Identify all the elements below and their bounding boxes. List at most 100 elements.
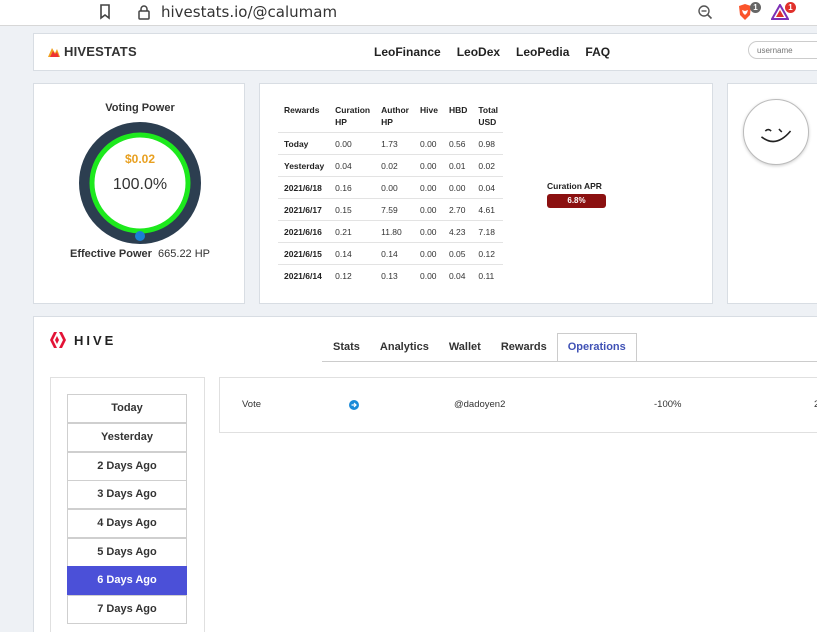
rewards-header-2: Author HP — [381, 105, 409, 127]
day-today[interactable]: Today — [67, 394, 187, 423]
rewards-value-cell: 0.13 — [375, 264, 414, 287]
table-row: 2021/6/15 0.14 0.14 0.00 0.05 0.12 — [278, 242, 504, 265]
hive-section: HIVE Stats Analytics Wallet Rewards Oper… — [33, 316, 817, 632]
table-row: Today 0.00 1.73 0.00 0.56 0.98 — [278, 132, 504, 155]
rewards-value-cell: 4.23 — [442, 220, 473, 243]
effective-power: Effective Power 665.22 HP — [34, 248, 246, 260]
rewards-value-cell: 0.16 — [329, 176, 376, 199]
vote-value: $0.02 — [124, 152, 156, 166]
tab-wallet[interactable]: Wallet — [439, 333, 491, 362]
day-yesterday[interactable]: Yesterday — [67, 423, 187, 452]
rewards-value-cell: 7.59 — [375, 198, 414, 221]
hivestats-logo[interactable]: HIVESTATS — [47, 44, 137, 59]
rewards-value-cell: 0.15 — [329, 198, 376, 221]
nav-links: LeoFinance LeoDex LeoPedia FAQ — [374, 45, 626, 59]
tab-divider — [322, 361, 817, 362]
rewards-value-cell: 0.05 — [442, 242, 473, 265]
arrow-right-circle-icon — [349, 400, 359, 410]
rewards-table: Rewards Curation HP Author HP Hive HBD Total USD… — [278, 102, 504, 287]
rewards-header-4: HBD — [448, 105, 468, 115]
nav-faq[interactable]: FAQ — [585, 45, 610, 59]
table-row: 2021/6/17 0.15 7.59 0.00 2.70 4.61 — [278, 198, 504, 221]
section-tabs: Stats Analytics Wallet Rewards Operation… — [323, 333, 637, 362]
day-7-days-ago[interactable]: 7 Days Ago — [67, 595, 187, 624]
rewards-header-5: Total USD — [478, 105, 499, 127]
gauge-marker — [135, 231, 145, 241]
rewards-body: Today 0.00 1.73 0.00 0.56 0.98 Yesterday 0.04 0.… — [278, 132, 504, 287]
rewards-date-cell: 2021/6/15 — [278, 242, 330, 265]
rewards-value-cell: 2.70 — [442, 198, 473, 221]
brave-rewards-badge: 1 — [785, 2, 796, 13]
rewards-value-cell: 0.04 — [329, 154, 376, 177]
avatar[interactable] — [743, 99, 809, 165]
day-6-days-ago[interactable]: 6 Days Ago — [67, 566, 187, 595]
zoom-out-icon[interactable] — [697, 4, 713, 20]
left-gutter — [0, 27, 22, 632]
rewards-value-cell: 0.01 — [442, 154, 473, 177]
rewards-value-cell: 0.14 — [375, 242, 414, 265]
url-text[interactable]: hivestats.io/@calumam — [161, 3, 337, 21]
rewards-value-cell: 0.00 — [375, 176, 414, 199]
rewards-value-cell: 0.02 — [472, 154, 504, 177]
rewards-header-row: Rewards Curation HP Author HP Hive HBD Total USD — [278, 102, 503, 133]
day-2-days-ago[interactable]: 2 Days Ago — [67, 452, 187, 481]
rewards-date-cell: 2021/6/14 — [278, 264, 330, 287]
rewards-value-cell: 0.02 — [375, 154, 414, 177]
logo-text: HIVESTATS — [64, 44, 137, 59]
hive-logo-icon — [50, 332, 66, 348]
curation-apr-label: Curation APR — [547, 181, 602, 191]
bookmark-icon[interactable] — [99, 4, 111, 20]
operation-type: Vote — [242, 399, 262, 410]
table-row: 2021/6/18 0.16 0.00 0.00 0.00 0.04 — [278, 176, 504, 199]
rewards-date-cell: 2021/6/18 — [278, 176, 330, 199]
tab-operations[interactable]: Operations — [556, 333, 637, 362]
effective-power-label: Effective Power — [69, 248, 152, 260]
rewards-date-cell: Today — [278, 132, 330, 155]
rewards-value-cell: 0.00 — [413, 198, 443, 221]
hive-logo-text: HIVE — [74, 332, 117, 348]
rewards-header-1: Curation HP — [335, 105, 371, 127]
rewards-value-cell: 0.98 — [472, 132, 504, 155]
rewards-value-cell: 0.00 — [413, 154, 443, 177]
voting-power-card: Voting Power $0.02 100.0% Effective Powe… — [33, 83, 245, 304]
rewards-value-cell: 0.11 — [472, 264, 504, 287]
brave-shield-badge: 1 — [750, 2, 761, 13]
rewards-value-cell: 0.00 — [413, 132, 443, 155]
voting-power-percent: 100.0% — [112, 176, 168, 193]
rewards-value-cell: 7.18 — [472, 220, 504, 243]
browser-url-bar: hivestats.io/@calumam 1 1 — [0, 0, 817, 26]
tab-rewards[interactable]: Rewards — [491, 333, 557, 362]
rewards-card: Rewards Curation HP Author HP Hive HBD Total USD… — [259, 83, 713, 304]
top-navigation: HIVESTATS LeoFinance LeoDex LeoPedia FAQ — [33, 33, 817, 71]
day-3-days-ago[interactable]: 3 Days Ago — [67, 480, 187, 509]
operation-user[interactable]: @dadoyen2 — [454, 399, 505, 410]
tab-analytics[interactable]: Analytics — [370, 333, 439, 362]
rewards-value-cell: 0.12 — [329, 264, 376, 287]
rewards-value-cell: 0.00 — [413, 220, 443, 243]
rewards-value-cell: 0.00 — [413, 176, 443, 199]
rewards-value-cell: 1.73 — [375, 132, 414, 155]
nav-leofinance[interactable]: LeoFinance — [374, 45, 441, 59]
lock-icon[interactable] — [137, 4, 151, 20]
nav-leopedia[interactable]: LeoPedia — [516, 45, 569, 59]
voting-power-title: Voting Power — [105, 102, 175, 114]
rewards-value-cell: 0.00 — [413, 264, 443, 287]
rewards-value-cell: 0.04 — [472, 176, 504, 199]
rewards-value-cell: 11.80 — [375, 220, 414, 243]
profile-card — [727, 83, 817, 304]
username-input[interactable] — [748, 41, 817, 59]
operation-weight: -100% — [654, 399, 682, 410]
day-5-days-ago[interactable]: 5 Days Ago — [67, 538, 187, 567]
hive-logo[interactable]: HIVE — [50, 332, 116, 348]
rewards-value-cell: 0.00 — [329, 132, 376, 155]
rewards-value-cell: 0.56 — [442, 132, 473, 155]
rewards-value-cell: 4.61 — [472, 198, 504, 221]
day-4-days-ago[interactable]: 4 Days Ago — [67, 509, 187, 538]
rewards-header-3: Hive — [419, 105, 438, 115]
tab-stats[interactable]: Stats — [323, 333, 370, 362]
table-row: 2021/6/16 0.21 11.80 0.00 4.23 7.18 — [278, 220, 504, 243]
nav-leodex[interactable]: LeoDex — [457, 45, 500, 59]
hivestats-logo-icon — [48, 48, 60, 57]
effective-power-value: 665.22 HP — [158, 248, 211, 260]
rewards-value-cell: 0.00 — [442, 176, 473, 199]
